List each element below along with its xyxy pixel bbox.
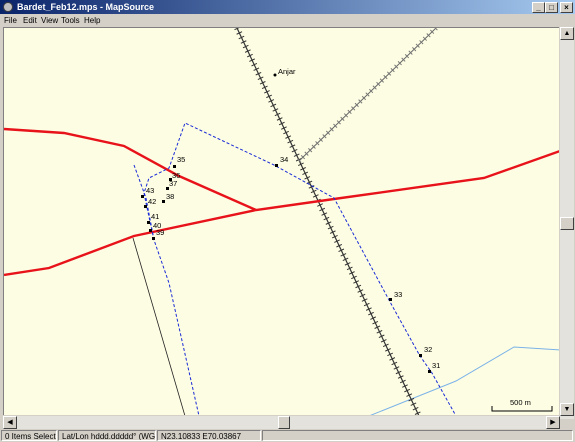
waypoint-35[interactable]: 35 [173, 155, 185, 168]
waypoint-38[interactable]: 38 [162, 192, 174, 203]
place-label-anjar: Anjar [278, 67, 296, 76]
menu-view[interactable]: View [41, 14, 58, 27]
road-upper [4, 127, 257, 212]
place-marker-anjar[interactable] [273, 73, 277, 77]
position-format-status: Lat/Lon hddd.ddddd° (WGS 84) [58, 430, 156, 441]
horizontal-scrollbar[interactable]: ◀ ▶ [3, 416, 560, 429]
maximize-button[interactable]: □ [545, 2, 558, 13]
railway-main-line [236, 28, 420, 415]
status-bar: 0 Items Selected Lat/Lon hddd.ddddd° (WG… [0, 429, 575, 442]
window-title: Bardet_Feb12.mps - MapSource [17, 2, 155, 12]
svg-text:32: 32 [424, 345, 432, 354]
menu-tools[interactable]: Tools [61, 14, 80, 27]
svg-text:41: 41 [151, 212, 159, 221]
vertical-scrollbar[interactable]: ▲ ▼ [560, 27, 574, 419]
scroll-left-button[interactable]: ◀ [3, 416, 17, 429]
scroll-right-button[interactable]: ▶ [546, 416, 560, 429]
coordinates-status: N23.10833 E70.03867 [157, 430, 261, 441]
svg-text:31: 31 [432, 361, 440, 370]
svg-text:42: 42 [148, 197, 156, 206]
title-bar: Bardet_Feb12.mps - MapSource _ □ × [0, 0, 575, 14]
thin-road-line [132, 237, 186, 415]
svg-text:38: 38 [166, 192, 174, 201]
app-icon[interactable] [3, 2, 13, 12]
scale-label: 500 m [510, 398, 531, 407]
scroll-up-button[interactable]: ▲ [560, 27, 574, 40]
selection-status: 0 Items Selected [1, 430, 57, 441]
track-line [133, 164, 200, 415]
menu-file[interactable]: File [4, 14, 17, 27]
svg-text:35: 35 [177, 155, 185, 164]
waypoint-31[interactable]: 31 [428, 361, 440, 373]
menu-edit[interactable]: Edit [23, 14, 37, 27]
menu-bar: File Edit View Tools Help [0, 14, 575, 27]
map-canvas[interactable]: Anjar 43 42 41 40 39 38 37 36 35 34 33 3… [3, 27, 559, 415]
waypoint-32[interactable]: 32 [419, 345, 432, 357]
svg-text:34: 34 [280, 155, 288, 164]
vertical-scroll-thumb[interactable] [560, 217, 574, 230]
svg-text:33: 33 [394, 290, 402, 299]
waypoint-34[interactable]: 34 [275, 155, 288, 167]
scroll-down-button[interactable]: ▼ [560, 403, 574, 416]
horizontal-scroll-thumb[interactable] [278, 416, 290, 429]
map-graphics: Anjar 43 42 41 40 39 38 37 36 35 34 33 3… [4, 28, 559, 415]
svg-text:39: 39 [156, 228, 164, 237]
scale-bar: 500 m [491, 398, 553, 412]
svg-text:43: 43 [146, 186, 154, 195]
track-line-2 [143, 122, 457, 415]
menu-help[interactable]: Help [84, 14, 100, 27]
svg-text:36: 36 [172, 171, 180, 180]
close-button[interactable]: × [560, 2, 573, 13]
status-empty-pane [262, 430, 573, 441]
waypoint-33[interactable]: 33 [389, 290, 402, 301]
minimize-button[interactable]: _ [532, 2, 545, 13]
